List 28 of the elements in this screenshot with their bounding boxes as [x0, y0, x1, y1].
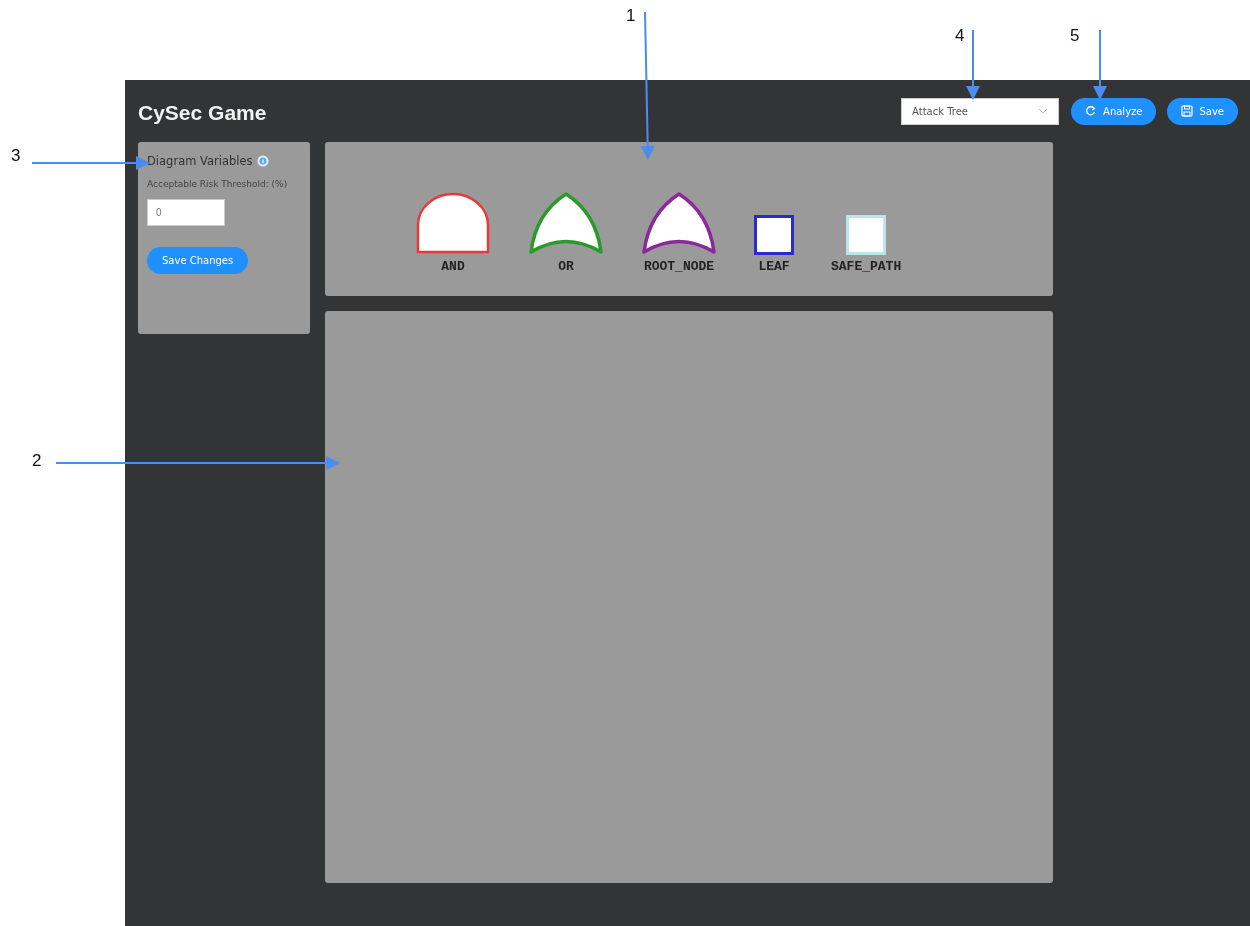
callout-number: 2 [32, 451, 42, 471]
save-changes-button[interactable]: Save Changes [147, 247, 249, 274]
header-button[interactable]: Save [1167, 97, 1238, 125]
callout-arrow [966, 29, 980, 100]
refresh-icon [1085, 105, 1098, 117]
shape-label: OR [558, 259, 574, 274]
field-label: Acceptable Risk Threshold: (%) [147, 178, 289, 191]
shape-label: SAFE_PATH [831, 259, 902, 274]
callout-number: 5 [1070, 26, 1080, 46]
arch-icon[interactable] [641, 191, 717, 255]
app-title: CySec Game [138, 101, 267, 125]
panel-title: Diagram Variables [147, 154, 253, 168]
header-button[interactable]: Analyze [1071, 97, 1157, 125]
shape-label: LEAF [758, 259, 790, 274]
shape-label: ROOT_NODE [643, 259, 715, 274]
callout-number: 4 [955, 26, 965, 46]
caret-icon [1038, 108, 1049, 114]
and-gate-icon[interactable] [415, 191, 491, 255]
square-icon[interactable] [754, 215, 794, 255]
shape-label: AND [441, 259, 465, 274]
info-icon [256, 155, 269, 167]
arch-icon[interactable] [528, 191, 604, 255]
threshold-field[interactable]: 0 [147, 199, 225, 226]
callout-arrow [1093, 29, 1107, 100]
callout-number: 3 [11, 146, 21, 166]
diagram-type-dropdown[interactable]: Attack Tree [901, 97, 1060, 125]
save-icon [1181, 105, 1194, 117]
callout-number: 1 [626, 6, 636, 26]
